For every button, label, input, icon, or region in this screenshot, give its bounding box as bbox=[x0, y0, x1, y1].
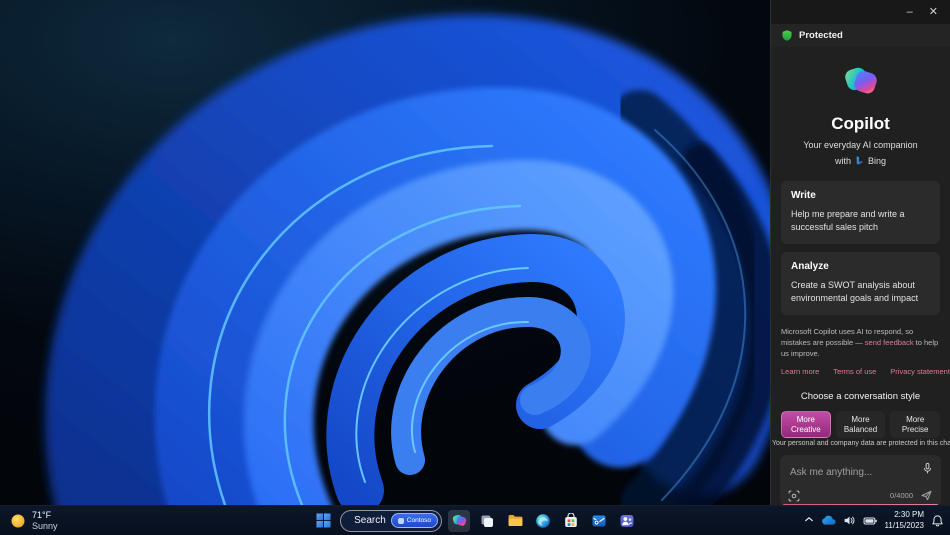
taskbar-app-copilot[interactable] bbox=[448, 509, 470, 532]
taskbar-app-task-view[interactable] bbox=[476, 510, 498, 532]
style-label: Precise bbox=[901, 424, 929, 434]
taskbar-app-file-explorer[interactable] bbox=[504, 510, 526, 532]
send-feedback-link[interactable]: send feedback bbox=[865, 338, 914, 347]
privacy-statement-link[interactable]: Privacy statement bbox=[890, 367, 950, 376]
edge-icon bbox=[536, 513, 550, 528]
send-button[interactable] bbox=[920, 489, 933, 502]
style-more-creative-button[interactable]: More Creative bbox=[781, 411, 831, 438]
onedrive-tray-button[interactable] bbox=[821, 515, 836, 526]
style-label: More bbox=[906, 414, 925, 424]
card-title: Write bbox=[791, 190, 816, 201]
windows-logo-icon bbox=[315, 513, 331, 528]
legal-links: Learn more Terms of use Privacy statemen… bbox=[781, 367, 950, 376]
contoso-badge[interactable]: Contoso bbox=[390, 513, 438, 528]
sun-icon bbox=[11, 514, 25, 527]
file-explorer-icon bbox=[508, 514, 522, 527]
volume-tray-button[interactable] bbox=[843, 514, 856, 527]
screenshot-icon bbox=[788, 490, 800, 501]
copilot-logo-icon bbox=[844, 67, 877, 94]
with-bing-row: with Bing bbox=[771, 155, 950, 167]
mic-icon bbox=[923, 462, 932, 474]
mic-button[interactable] bbox=[922, 462, 933, 475]
copilot-icon bbox=[452, 514, 466, 526]
copilot-panel: – ✕ Protected Copilot Your everyday AI c… bbox=[770, 0, 950, 507]
privacy-note-text: Your personal and company data are prote… bbox=[771, 439, 950, 447]
protected-badge[interactable]: Protected bbox=[771, 24, 950, 47]
start-button[interactable] bbox=[312, 510, 334, 532]
taskbar-app-teams[interactable] bbox=[616, 510, 638, 532]
minimize-button[interactable]: – bbox=[907, 6, 913, 18]
suggestion-cards: Write Help me prepare and write a succes… bbox=[781, 181, 940, 316]
tray-overflow-chevron[interactable] bbox=[804, 515, 814, 525]
conversation-style-heading: Choose a conversation style bbox=[800, 391, 921, 402]
chevron-up-icon bbox=[804, 516, 813, 521]
learn-more-link[interactable]: Learn more bbox=[781, 367, 819, 376]
contoso-logo-icon bbox=[397, 517, 404, 524]
taskbar: 71°F Sunny Search Contoso 2:30 PM 11/15/… bbox=[0, 505, 950, 535]
card-body: Help me prepare and write a successful s… bbox=[791, 209, 905, 232]
input-footer: 0/4000 bbox=[788, 489, 933, 502]
screenshot-button[interactable] bbox=[788, 490, 800, 502]
search-label: Search bbox=[354, 515, 386, 526]
card-title: Analyze bbox=[791, 261, 829, 273]
battery-icon bbox=[863, 516, 877, 525]
system-tray: 2:30 PM 11/15/2023 bbox=[804, 510, 944, 531]
onedrive-cloud-icon bbox=[821, 515, 836, 525]
send-icon bbox=[921, 490, 932, 501]
bell-icon bbox=[932, 514, 943, 526]
with-label: with bbox=[834, 156, 851, 166]
style-more-balanced-button[interactable]: More Balanced bbox=[835, 411, 886, 438]
contoso-label: Contoso bbox=[406, 517, 431, 524]
taskbar-app-edge[interactable] bbox=[532, 510, 554, 532]
copilot-title: Copilot bbox=[831, 114, 890, 133]
taskbar-app-microsoft-store[interactable] bbox=[560, 510, 582, 532]
style-label: More bbox=[796, 414, 815, 424]
style-label: Creative bbox=[790, 424, 821, 434]
notification-center-button[interactable] bbox=[931, 514, 944, 528]
copilot-hero: Copilot Your everyday AI companion with … bbox=[771, 47, 950, 167]
style-label: More bbox=[851, 414, 870, 424]
desktop-screen: – ✕ Protected Copilot Your everyday AI c… bbox=[0, 0, 950, 535]
clock-time: 2:30 PM bbox=[894, 510, 924, 520]
panel-titlebar: – ✕ bbox=[771, 0, 950, 24]
weather-temp: 71°F bbox=[32, 510, 52, 521]
style-more-precise-button[interactable]: More Precise bbox=[890, 411, 941, 438]
battery-tray-button[interactable] bbox=[863, 515, 878, 527]
suggestion-card-write[interactable]: Write Help me prepare and write a succes… bbox=[781, 181, 940, 245]
bing-label: Bing bbox=[868, 156, 887, 166]
taskbar-center: Search Contoso bbox=[312, 509, 638, 532]
suggestion-card-analyze[interactable]: Analyze Create a SWOT analysis about env… bbox=[781, 252, 940, 316]
ai-disclaimer: Microsoft Copilot uses AI to respond, so… bbox=[781, 327, 940, 360]
shield-icon bbox=[782, 30, 792, 41]
char-counter: 0/4000 bbox=[890, 491, 913, 500]
protected-label: Protected bbox=[799, 30, 843, 41]
card-body: Create a SWOT analysis about environment… bbox=[791, 280, 919, 303]
terms-of-use-link[interactable]: Terms of use bbox=[833, 367, 876, 376]
copilot-subtitle: Your everyday AI companion bbox=[803, 140, 918, 150]
taskbar-search[interactable]: Search Contoso bbox=[340, 509, 442, 532]
chat-input-box: 0/4000 bbox=[780, 455, 941, 507]
task-view-icon bbox=[481, 515, 493, 527]
style-label: Balanced bbox=[843, 424, 878, 434]
clock-date: 11/15/2023 bbox=[884, 520, 924, 530]
bing-icon bbox=[856, 156, 863, 165]
privacy-note: Your personal and company data are prote… bbox=[772, 438, 950, 448]
outlook-icon bbox=[592, 515, 606, 526]
speaker-icon bbox=[844, 516, 854, 525]
close-button[interactable]: ✕ bbox=[929, 6, 938, 18]
weather-widget[interactable]: 71°F Sunny bbox=[10, 510, 58, 531]
weather-condition: Sunny bbox=[32, 520, 58, 531]
taskbar-app-outlook[interactable] bbox=[588, 510, 610, 532]
conversation-style-buttons: More Creative More Balanced More Precise bbox=[781, 411, 941, 438]
microsoft-store-icon bbox=[565, 512, 577, 527]
chat-input[interactable] bbox=[790, 467, 915, 478]
clock-widget[interactable]: 2:30 PM 11/15/2023 bbox=[885, 510, 924, 531]
teams-icon bbox=[620, 514, 634, 527]
